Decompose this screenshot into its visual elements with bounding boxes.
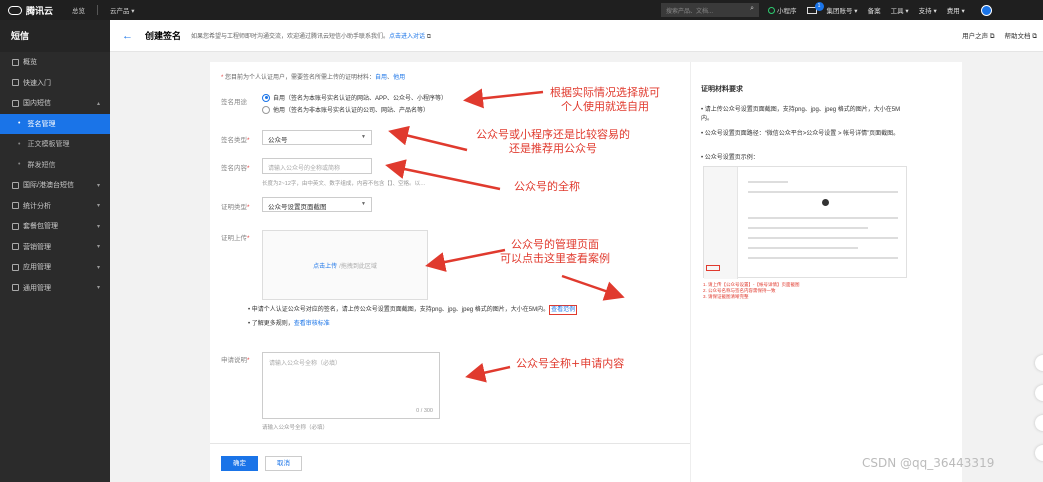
watermark: CSDN @qq_36443319 — [862, 456, 995, 470]
annotation-type: 公众号或小程序还是比较容易的 还是推荐用公众号 — [476, 128, 630, 155]
annotation-purpose: 根据实际情况选择就可 个人使用就选自用 — [550, 86, 660, 113]
annotation-apply: 公众号全称+申请内容 — [516, 357, 625, 370]
annotation-content: 公众号的全称 — [514, 180, 580, 193]
annotation-proof: 公众号的管理页面 可以点击这里查看案例 — [500, 238, 610, 265]
